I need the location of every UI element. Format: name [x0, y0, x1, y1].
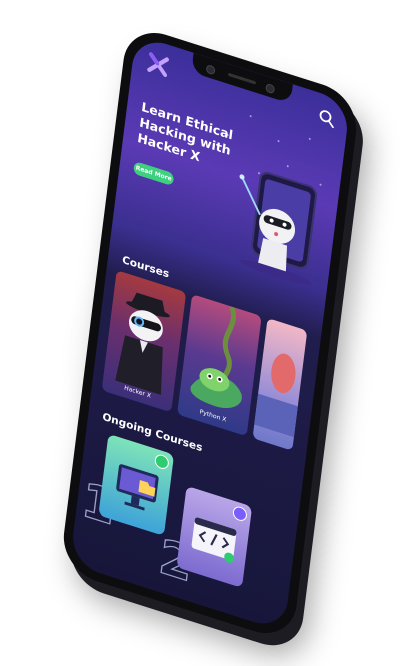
python-x-cover-art: [190, 306, 242, 409]
app-screen: Learn Ethical Hacking with Hacker X Read…: [69, 34, 351, 632]
read-more-button[interactable]: Read More: [133, 160, 175, 187]
phone-notch: [191, 52, 293, 104]
search-icon[interactable]: [317, 107, 337, 130]
hacker-mascot-illustration: [223, 155, 332, 292]
phone-mockup: Learn Ethical Hacking with Hacker X Read…: [59, 22, 361, 644]
course-card-python-x[interactable]: Python X: [177, 294, 262, 437]
x-logo-icon[interactable]: [146, 51, 171, 79]
hacker-x-cover-art: [115, 292, 170, 396]
course-card-partial[interactable]: [252, 318, 308, 451]
course-card-hacker-x[interactable]: Hacker X: [101, 270, 187, 413]
sensor-icon: [265, 82, 276, 95]
phone-side-button: [334, 241, 348, 302]
camera-icon: [205, 63, 216, 76]
speaker-grille: [227, 72, 257, 85]
course-cover-art: [254, 353, 298, 438]
